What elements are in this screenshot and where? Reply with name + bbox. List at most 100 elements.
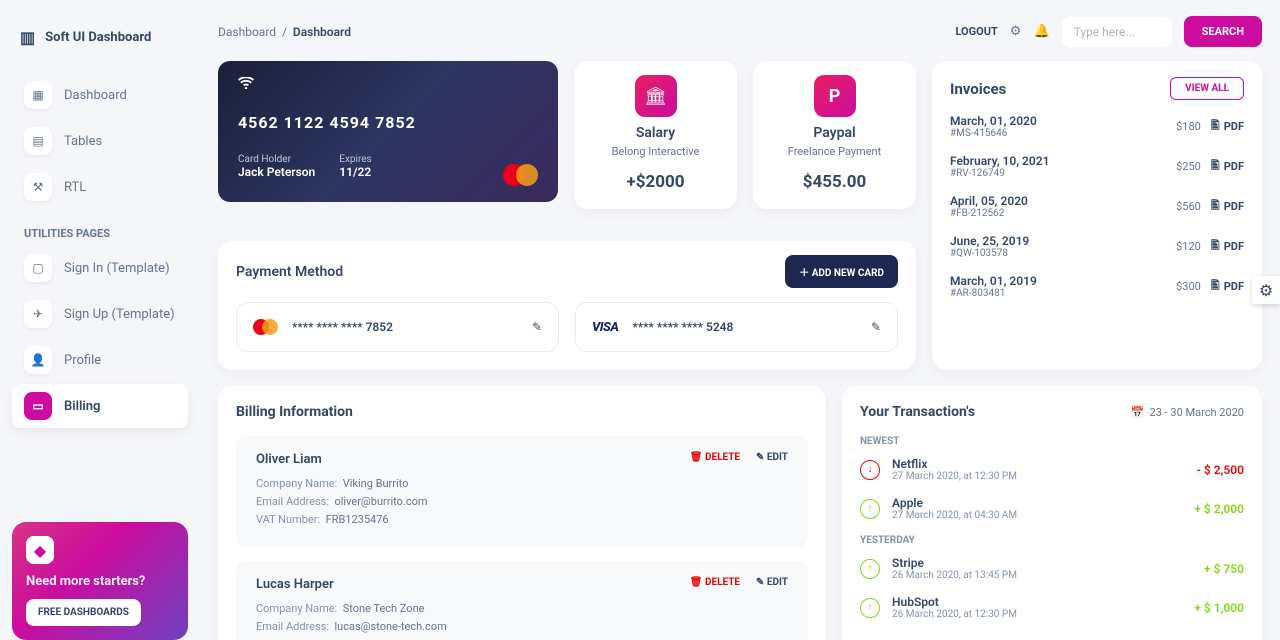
stat-paypal: P Paypal Freelance Payment $455.00 <box>753 61 916 209</box>
pdf-link[interactable]: 🖺PDF <box>1211 117 1244 136</box>
card-masked-number: **** **** **** 5248 <box>632 320 733 334</box>
transactions-title: Your Transaction's <box>860 404 975 420</box>
billing-name: Oliver Liam <box>256 452 322 467</box>
tx-name: Netflix <box>892 457 1017 471</box>
mastercard-icon <box>253 319 278 335</box>
logout-link[interactable]: LOGOUT <box>955 25 997 38</box>
edit-icon[interactable]: ✎ <box>532 320 542 334</box>
topbar: Dashboard / Dashboard LOGOUT ⚙ 🔔 SEARCH <box>218 10 1262 61</box>
breadcrumb-current: Dashboard <box>293 25 351 39</box>
invoice-id: #RV-126749 <box>950 168 1049 179</box>
pdf-icon: 🖺 <box>1211 117 1220 136</box>
invoice-amount: $560 <box>1176 200 1201 213</box>
pdf-icon: 🖺 <box>1211 277 1220 296</box>
sidebar-item-sign-in-template-[interactable]: ▢Sign In (Template) <box>12 246 188 290</box>
nav-label: Billing <box>64 399 100 414</box>
billing-entry: Lucas Harper🗑 DELETE✎ EDITCompany Name: … <box>236 561 808 640</box>
stat-sub: Freelance Payment <box>788 145 881 158</box>
sidebar-item-tables[interactable]: ▤Tables <box>12 119 188 163</box>
sidebar: ▥ Soft UI Dashboard ▦ Dashboard ▤Tables⚒RT… <box>0 0 200 640</box>
pdf-link[interactable]: 🖺PDF <box>1211 157 1244 176</box>
transaction-row: ↑Stripe26 March 2020, at 13:45 PM+ $ 750 <box>860 556 1244 581</box>
sidebar-item-dashboard[interactable]: ▦ Dashboard <box>12 73 188 117</box>
pdf-link[interactable]: 🖺PDF <box>1211 277 1244 296</box>
search-input[interactable] <box>1062 17 1172 47</box>
visa-icon: VISA <box>592 320 618 335</box>
transaction-row: ↓Netflix27 March 2020, at 12:30 PM- $ 2,… <box>860 457 1244 482</box>
invoice-id: #AR-803481 <box>950 288 1037 299</box>
invoice-amount: $300 <box>1176 280 1201 293</box>
tx-date: 26 March 2020, at 13:45 PM <box>892 570 1017 581</box>
add-new-card-button[interactable]: ＋ ADD NEW CARD <box>785 255 898 288</box>
stat-salary: 🏛 Salary Belong Interactive +$2000 <box>574 61 737 209</box>
nav-label: Dashboard <box>64 88 127 103</box>
billing-vat: VAT Number: FRB1235476 <box>256 513 788 526</box>
sidebar-item-rtl[interactable]: ⚒RTL <box>12 165 188 209</box>
tx-amount: + $ 2,000 <box>1194 502 1244 516</box>
breadcrumb-parent[interactable]: Dashboard <box>218 25 276 39</box>
free-dashboards-button[interactable]: FREE DASHBOARDS <box>26 599 141 626</box>
paypal-icon: P <box>814 75 856 117</box>
billing-entry: Oliver Liam🗑 DELETE✎ EDITCompany Name: V… <box>236 436 808 547</box>
billing-info-card: Billing Information Oliver Liam🗑 DELETE✎… <box>218 386 826 640</box>
invoice-row: March, 01, 2019#AR-803481 $300 🖺PDF <box>950 274 1244 299</box>
mastercard-icon <box>503 164 538 186</box>
billing-company: Company Name: Stone Tech Zone <box>256 602 788 615</box>
group-yesterday: YESTERDAY <box>860 535 1244 546</box>
nav-icon: ▭ <box>24 392 52 420</box>
delete-button[interactable]: 🗑 DELETE <box>690 452 740 463</box>
tx-name: Stripe <box>892 556 1017 570</box>
tx-amount: + $ 1,000 <box>1194 601 1244 615</box>
tx-name: HubSpot <box>892 595 1017 609</box>
delete-button[interactable]: 🗑 DELETE <box>690 577 740 588</box>
transactions-card: Your Transaction's 📅23 - 30 March 2020 N… <box>842 386 1262 640</box>
invoice-date: March, 01, 2019 <box>950 274 1037 288</box>
tx-amount: - $ 2,500 <box>1197 463 1244 477</box>
search-button[interactable]: SEARCH <box>1184 16 1262 47</box>
sidebar-item-profile[interactable]: 👤Profile <box>12 338 188 382</box>
nav-label: Profile <box>64 353 101 368</box>
tx-date: 27 March 2020, at 04:30 AM <box>892 510 1017 521</box>
payment-method-title: Payment Method <box>236 264 343 280</box>
invoices-card: Invoices VIEW ALL March, 01, 2020#MS-415… <box>932 61 1262 370</box>
arrow-up-icon: ↑ <box>860 598 880 618</box>
edit-icon[interactable]: ✎ <box>871 320 881 334</box>
gear-icon: ⚙ <box>1259 281 1273 300</box>
tx-date: 27 March 2020, at 12:30 PM <box>892 471 1017 482</box>
bell-icon[interactable]: 🔔 <box>1033 24 1049 39</box>
pdf-link[interactable]: 🖺PDF <box>1211 197 1244 216</box>
card-holder-label: Card Holder <box>238 154 315 165</box>
nav-label: Sign Up (Template) <box>64 307 175 322</box>
diamond-icon: ◆ <box>26 536 54 564</box>
nav-icon: ▤ <box>24 127 52 155</box>
sidebar-section-label: UTILITIES PAGES <box>12 211 188 246</box>
edit-button[interactable]: ✎ EDIT <box>756 577 788 588</box>
card-expires-label: Expires <box>339 154 371 165</box>
card-expires: 11/22 <box>339 165 371 179</box>
nav-icon: ▦ <box>24 81 52 109</box>
invoice-date: April, 05, 2020 <box>950 194 1028 208</box>
nav-icon: ✈ <box>24 300 52 328</box>
pdf-link[interactable]: 🖺PDF <box>1211 237 1244 256</box>
gear-icon[interactable]: ⚙ <box>1010 24 1022 39</box>
sidebar-item-billing[interactable]: ▭ Billing <box>12 384 188 428</box>
brand-logo[interactable]: ▥ Soft UI Dashboard <box>12 20 188 55</box>
wifi-icon <box>238 77 538 93</box>
sidebar-item-sign-up-template-[interactable]: ✈ Sign Up (Template) <box>12 292 188 336</box>
settings-fab[interactable]: ⚙ <box>1252 276 1280 304</box>
bank-icon: 🏛 <box>635 75 677 117</box>
pdf-icon: 🖺 <box>1211 157 1220 176</box>
invoice-id: #QW-103578 <box>950 248 1029 259</box>
group-newest: NEWEST <box>860 436 1244 447</box>
invoice-date: June, 25, 2019 <box>950 234 1029 248</box>
invoice-row: June, 25, 2019#QW-103578$120🖺PDF <box>950 234 1244 259</box>
calendar-icon: 📅 <box>1131 406 1145 419</box>
card-masked-number: **** **** **** 7852 <box>292 320 393 334</box>
stat-sub: Belong Interactive <box>612 145 700 158</box>
tx-amount: + $ 750 <box>1204 562 1244 576</box>
invoice-date: March, 01, 2020 <box>950 114 1037 128</box>
billing-email: Email Address: lucas@stone-tech.com <box>256 620 788 633</box>
view-all-button[interactable]: VIEW ALL <box>1170 77 1244 100</box>
nav-icon: ▢ <box>24 254 52 282</box>
edit-button[interactable]: ✎ EDIT <box>756 452 788 463</box>
